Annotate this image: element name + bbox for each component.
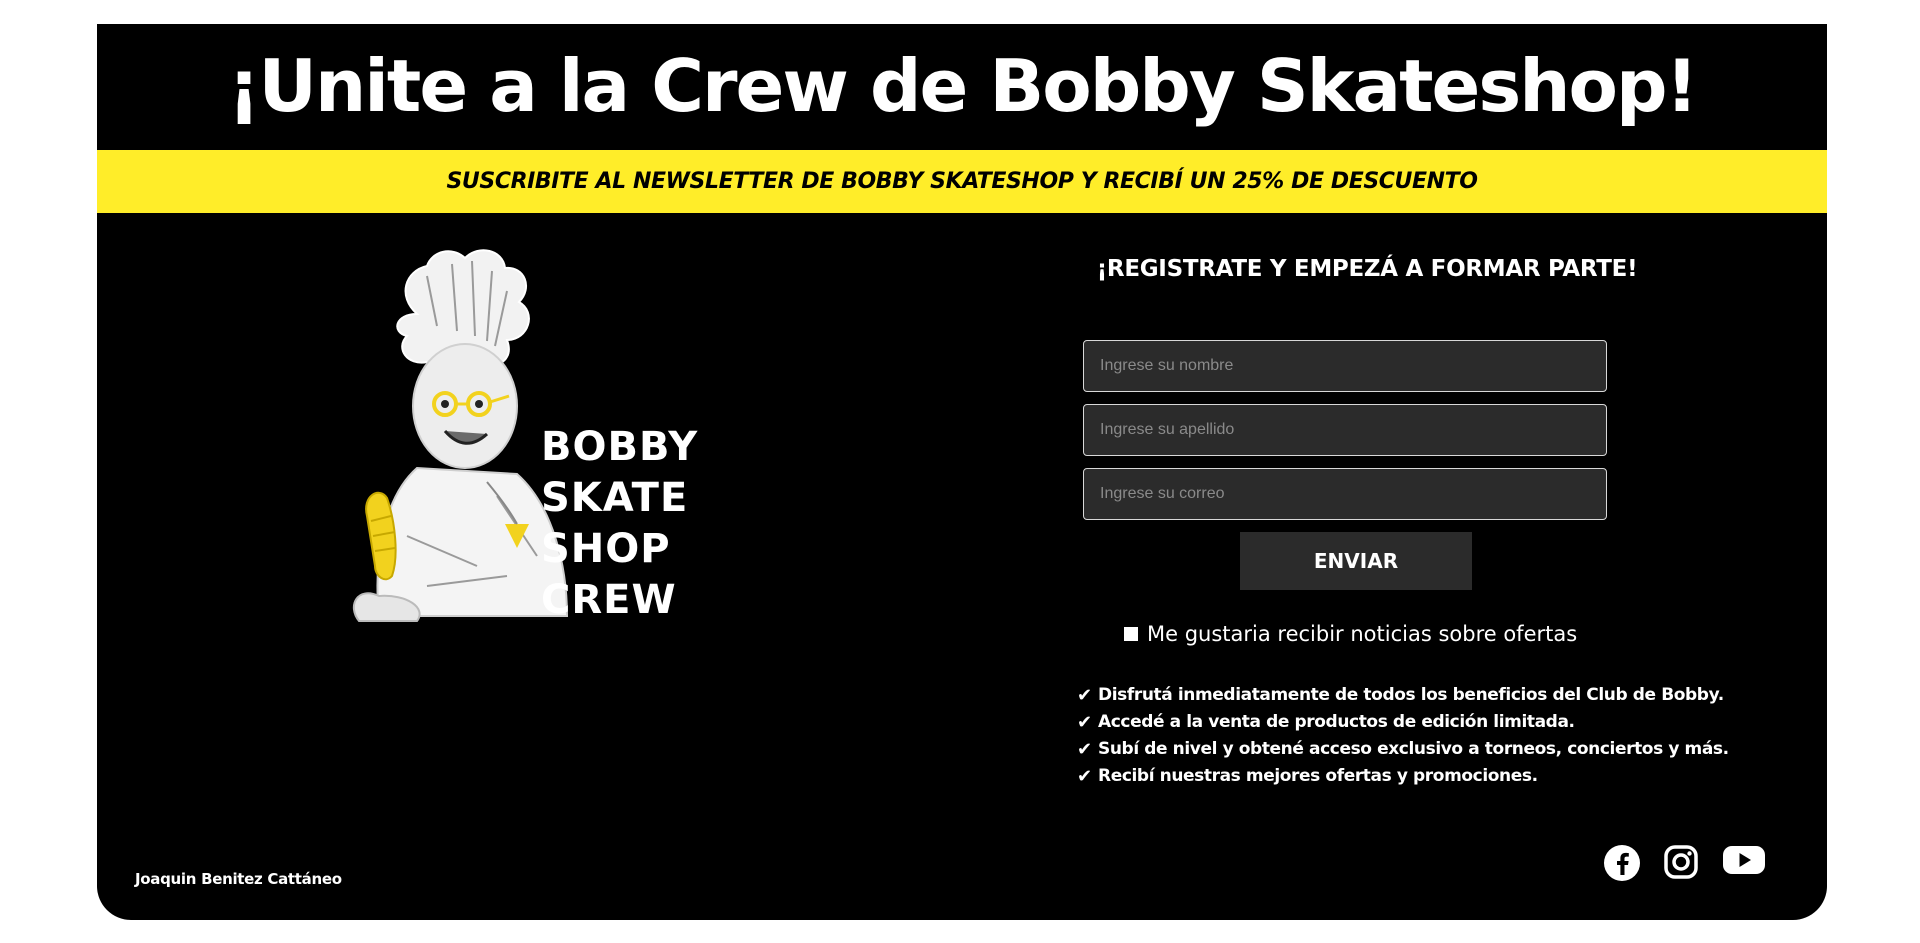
check-icon: ✔ <box>1077 712 1092 733</box>
instagram-icon[interactable] <box>1663 844 1699 880</box>
logo-wordmark: BOBBY SKATE SHOP CREW <box>541 422 698 626</box>
signup-card: ¡Unite a la Crew de Bobby Skateshop! SUS… <box>97 24 1827 920</box>
benefit-text: Subí de nivel y obtené acceso exclusivo … <box>1098 739 1729 759</box>
list-item: ✔ Accedé a la venta de productos de edic… <box>1077 709 1729 736</box>
email-input[interactable] <box>1083 468 1607 520</box>
form-title: ¡REGISTRATE Y EMPEZÁ A FORMAR PARTE! <box>1096 256 1638 282</box>
first-name-input[interactable] <box>1083 340 1607 392</box>
last-name-input[interactable] <box>1083 404 1607 456</box>
optin-checkbox[interactable] <box>1124 627 1138 641</box>
youtube-icon[interactable] <box>1722 844 1766 876</box>
submit-button[interactable]: ENVIAR <box>1240 532 1472 590</box>
check-icon: ✔ <box>1077 685 1092 706</box>
newsletter-optin[interactable]: Me gustaria recibir noticias sobre ofert… <box>1124 622 1577 646</box>
page-title: ¡Unite a la Crew de Bobby Skateshop! <box>227 44 1699 128</box>
benefits-list: ✔ Disfrutá inmediatamente de todos los b… <box>1077 682 1729 790</box>
list-item: ✔ Disfrutá inmediatamente de todos los b… <box>1077 682 1729 709</box>
footer-author: Joaquin Benitez Cattáneo <box>135 870 342 888</box>
benefit-text: Accedé a la venta de productos de edició… <box>1098 712 1575 732</box>
logo-line: CREW <box>541 577 677 623</box>
logo-line: BOBBY <box>541 424 699 470</box>
promo-banner: SUSCRIBITE AL NEWSLETTER DE BOBBY SKATES… <box>97 150 1827 213</box>
list-item: ✔ Recibí nuestras mejores ofertas y prom… <box>1077 763 1729 790</box>
list-item: ✔ Subí de nivel y obtené acceso exclusiv… <box>1077 736 1729 763</box>
benefit-text: Disfrutá inmediatamente de todos los ben… <box>1098 685 1724 705</box>
optin-label: Me gustaria recibir noticias sobre ofert… <box>1147 622 1578 646</box>
logo-line: SKATE <box>541 475 689 521</box>
promo-banner-text: SUSCRIBITE AL NEWSLETTER DE BOBBY SKATES… <box>446 169 1478 194</box>
facebook-icon[interactable] <box>1603 844 1641 882</box>
check-icon: ✔ <box>1077 766 1092 787</box>
benefit-text: Recibí nuestras mejores ofertas y promoc… <box>1098 766 1538 786</box>
logo-line: SHOP <box>541 526 671 572</box>
check-icon: ✔ <box>1077 739 1092 760</box>
